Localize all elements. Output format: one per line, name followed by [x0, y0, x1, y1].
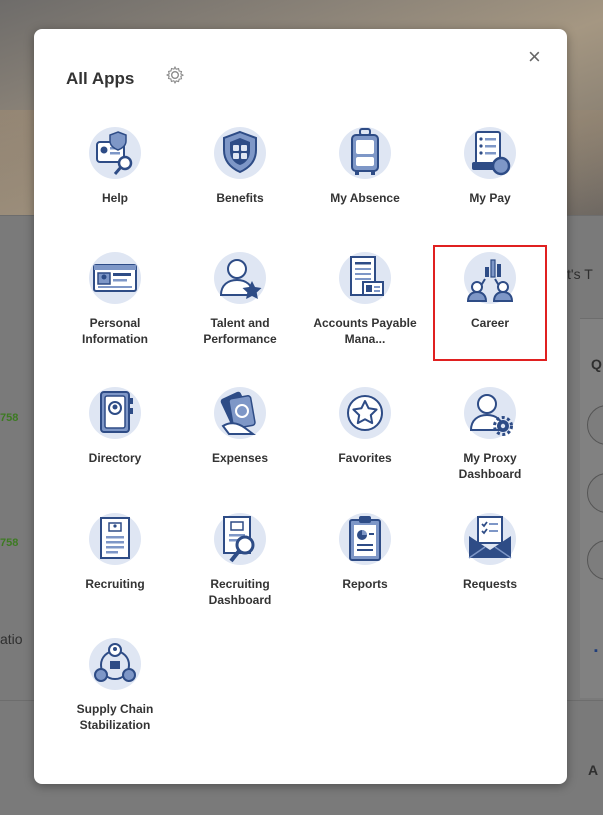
- app-label: Talent and Performance: [203, 316, 277, 346]
- settings-gear-icon[interactable]: [165, 65, 185, 85]
- app-label: Career: [470, 316, 510, 330]
- pay-document-icon: [464, 127, 516, 179]
- app-label: Requests: [462, 577, 518, 591]
- app-tile-help[interactable]: Help: [60, 126, 170, 246]
- app-tile-recruiting[interactable]: Recruiting: [60, 512, 170, 632]
- app-tile-requests[interactable]: Requests: [435, 512, 545, 632]
- recruiting-document-icon: [89, 513, 141, 565]
- all-apps-modal: All Apps × Help Benefits My Absence My P…: [34, 29, 567, 784]
- background-label-fragment: atio: [0, 631, 23, 647]
- app-tile-benefits[interactable]: Benefits: [185, 126, 295, 246]
- app-tile-recruiting-dashboard[interactable]: Recruiting Dashboard: [185, 512, 295, 632]
- recruiting-search-icon: [214, 513, 266, 565]
- app-tile-my-absence[interactable]: My Absence: [310, 126, 420, 246]
- app-tile-favorites[interactable]: Favorites: [310, 386, 420, 506]
- person-gear-icon: [464, 387, 516, 439]
- app-label: My Proxy Dashboard: [458, 451, 522, 481]
- background-number-fragment: 758: [0, 412, 19, 424]
- app-label: Directory: [88, 451, 142, 465]
- app-label: Accounts Payable Mana...: [313, 316, 417, 346]
- envelope-checklist-icon: [464, 513, 516, 565]
- app-label: Help: [101, 191, 128, 205]
- app-tile-supply-chain-stabilization[interactable]: Supply Chain Stabilization: [60, 637, 170, 757]
- app-label: My Absence: [330, 191, 400, 205]
- app-label: Expenses: [211, 451, 269, 465]
- app-tile-personal-information[interactable]: Personal Information: [60, 251, 170, 371]
- app-label: Reports: [342, 577, 388, 591]
- background-section-fragment: A: [588, 762, 599, 778]
- clipboard-chart-icon: [339, 513, 391, 565]
- app-tile-career[interactable]: Career: [433, 245, 547, 361]
- career-people-chart-icon: [464, 252, 516, 304]
- app-tile-reports[interactable]: Reports: [310, 512, 420, 632]
- background-section-fragment: Q: [591, 356, 602, 372]
- app-tile-accounts-payable[interactable]: Accounts Payable Mana...: [310, 251, 420, 371]
- app-label: Recruiting: [85, 577, 145, 591]
- app-tile-expenses[interactable]: Expenses: [185, 386, 295, 506]
- help-icon: [89, 127, 141, 179]
- app-label: Favorites: [338, 451, 392, 465]
- expenses-hand-icon: [214, 387, 266, 439]
- id-card-icon: [89, 252, 141, 304]
- background-number-fragment: 758: [0, 537, 19, 549]
- app-tile-my-pay[interactable]: My Pay: [435, 126, 545, 246]
- app-label: Supply Chain Stabilization: [76, 702, 154, 732]
- app-label: Recruiting Dashboard: [208, 577, 272, 607]
- benefits-shield-icon: [214, 127, 266, 179]
- person-star-icon: [214, 252, 266, 304]
- background-grid-icon: ▪: [594, 645, 598, 657]
- app-label: Benefits: [216, 191, 264, 205]
- modal-title: All Apps: [66, 69, 135, 88]
- invoice-icon: [339, 252, 391, 304]
- directory-book-icon: [89, 387, 141, 439]
- luggage-icon: [339, 127, 391, 179]
- app-label: Personal Information: [82, 316, 148, 346]
- app-tile-talent-and-performance[interactable]: Talent and Performance: [185, 251, 295, 371]
- star-icon: [339, 387, 391, 439]
- app-tile-my-proxy-dashboard[interactable]: My Proxy Dashboard: [435, 386, 545, 506]
- background-divider: [580, 318, 603, 319]
- app-label: My Pay: [469, 191, 511, 205]
- background-heading-fragment: t's T: [567, 266, 593, 282]
- network-people-icon: [89, 638, 141, 690]
- close-icon[interactable]: ×: [528, 46, 541, 68]
- app-tile-directory[interactable]: Directory: [60, 386, 170, 506]
